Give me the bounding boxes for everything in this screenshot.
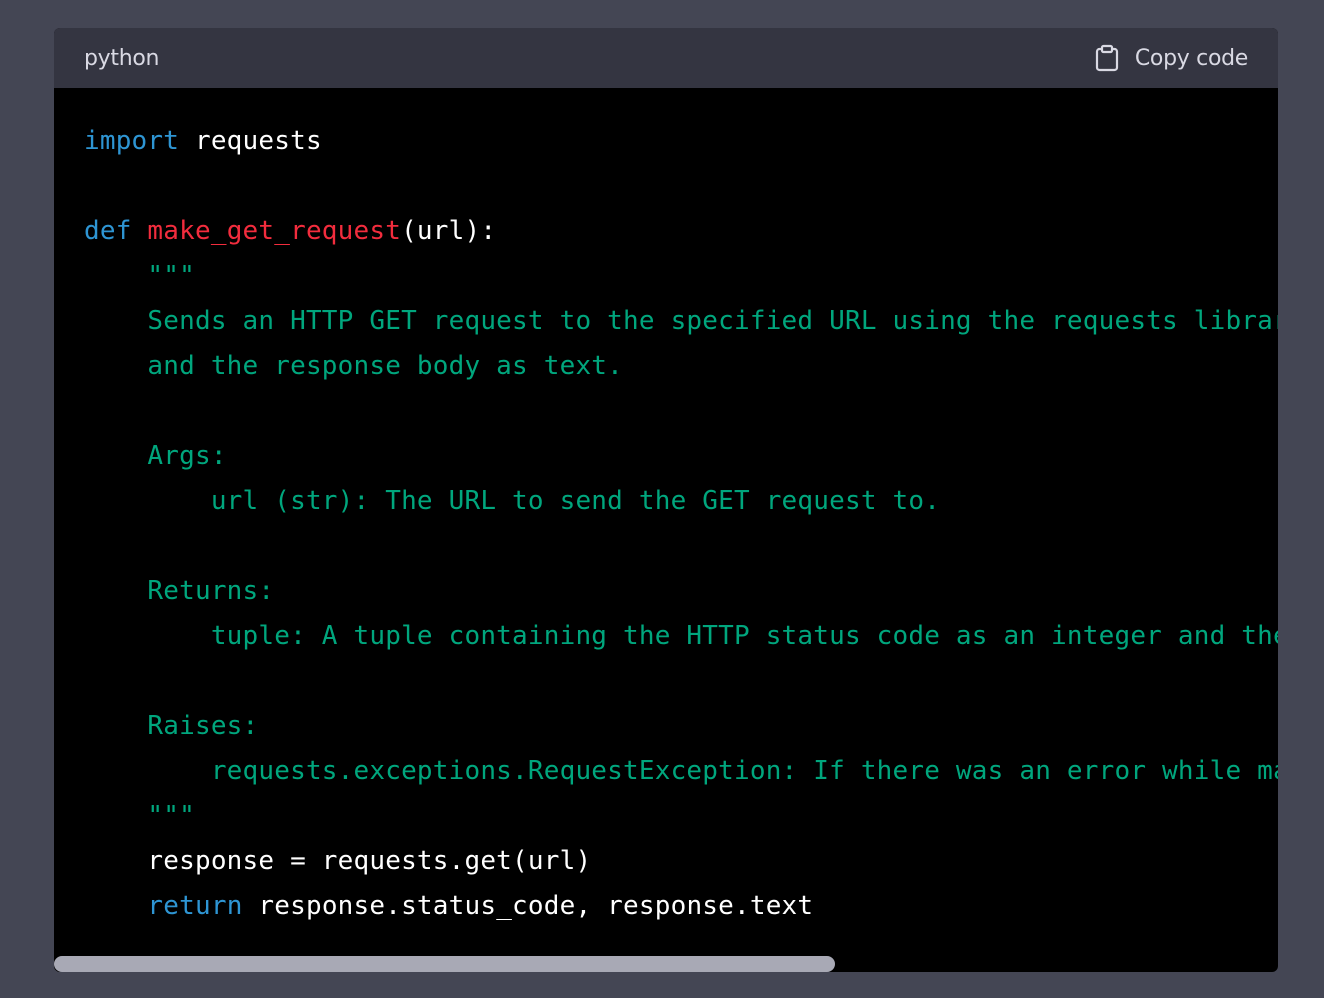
docstring-line: and the response body as text. <box>84 351 624 381</box>
code-line-18: return response.status_code, response.te… <box>84 884 1278 929</box>
docstring-line: Args: <box>84 441 227 471</box>
keyword-return: return <box>147 891 243 921</box>
function-name: make_get_request <box>147 216 402 246</box>
docstring-line: requests.exceptions.RequestException: If… <box>210 756 1278 786</box>
docstring-open: """ <box>84 261 195 291</box>
code-line-17: response = requests.get(url) <box>84 846 592 876</box>
code-body[interactable]: import requests def make_get_request(url)… <box>54 88 1278 972</box>
docstring-line: Returns: <box>84 576 275 606</box>
keyword-import: import <box>84 126 180 156</box>
code-text: requests <box>179 126 322 156</box>
keyword-def: def <box>84 216 132 246</box>
code-header: python Copy code <box>54 28 1278 88</box>
docstring-line: Sends an HTTP GET request to the specifi… <box>147 306 1278 336</box>
code-content: import requests def make_get_request(url)… <box>84 119 1278 929</box>
docstring-line: url (str): The URL to send the GET reque… <box>84 486 941 516</box>
code-line-3: def make_get_request(url): <box>84 209 1278 254</box>
docstring-line: tuple: A tuple containing the HTTP statu… <box>210 621 1278 651</box>
code-text: response.status_code, response.text <box>242 891 814 921</box>
docstring-close: """ <box>84 801 195 831</box>
horizontal-scrollbar[interactable] <box>54 956 1278 972</box>
copy-code-label: Copy code <box>1134 45 1248 71</box>
clipboard-icon <box>1095 44 1119 72</box>
code-line-1: import requests <box>84 119 1278 164</box>
language-label: python <box>84 45 160 71</box>
docstring-line: Raises: <box>84 711 259 741</box>
code-block: python Copy code import requests def make… <box>54 28 1278 972</box>
scrollbar-thumb[interactable] <box>54 956 835 972</box>
copy-code-button[interactable]: Copy code <box>1095 44 1248 72</box>
code-text: (url): <box>401 216 497 246</box>
